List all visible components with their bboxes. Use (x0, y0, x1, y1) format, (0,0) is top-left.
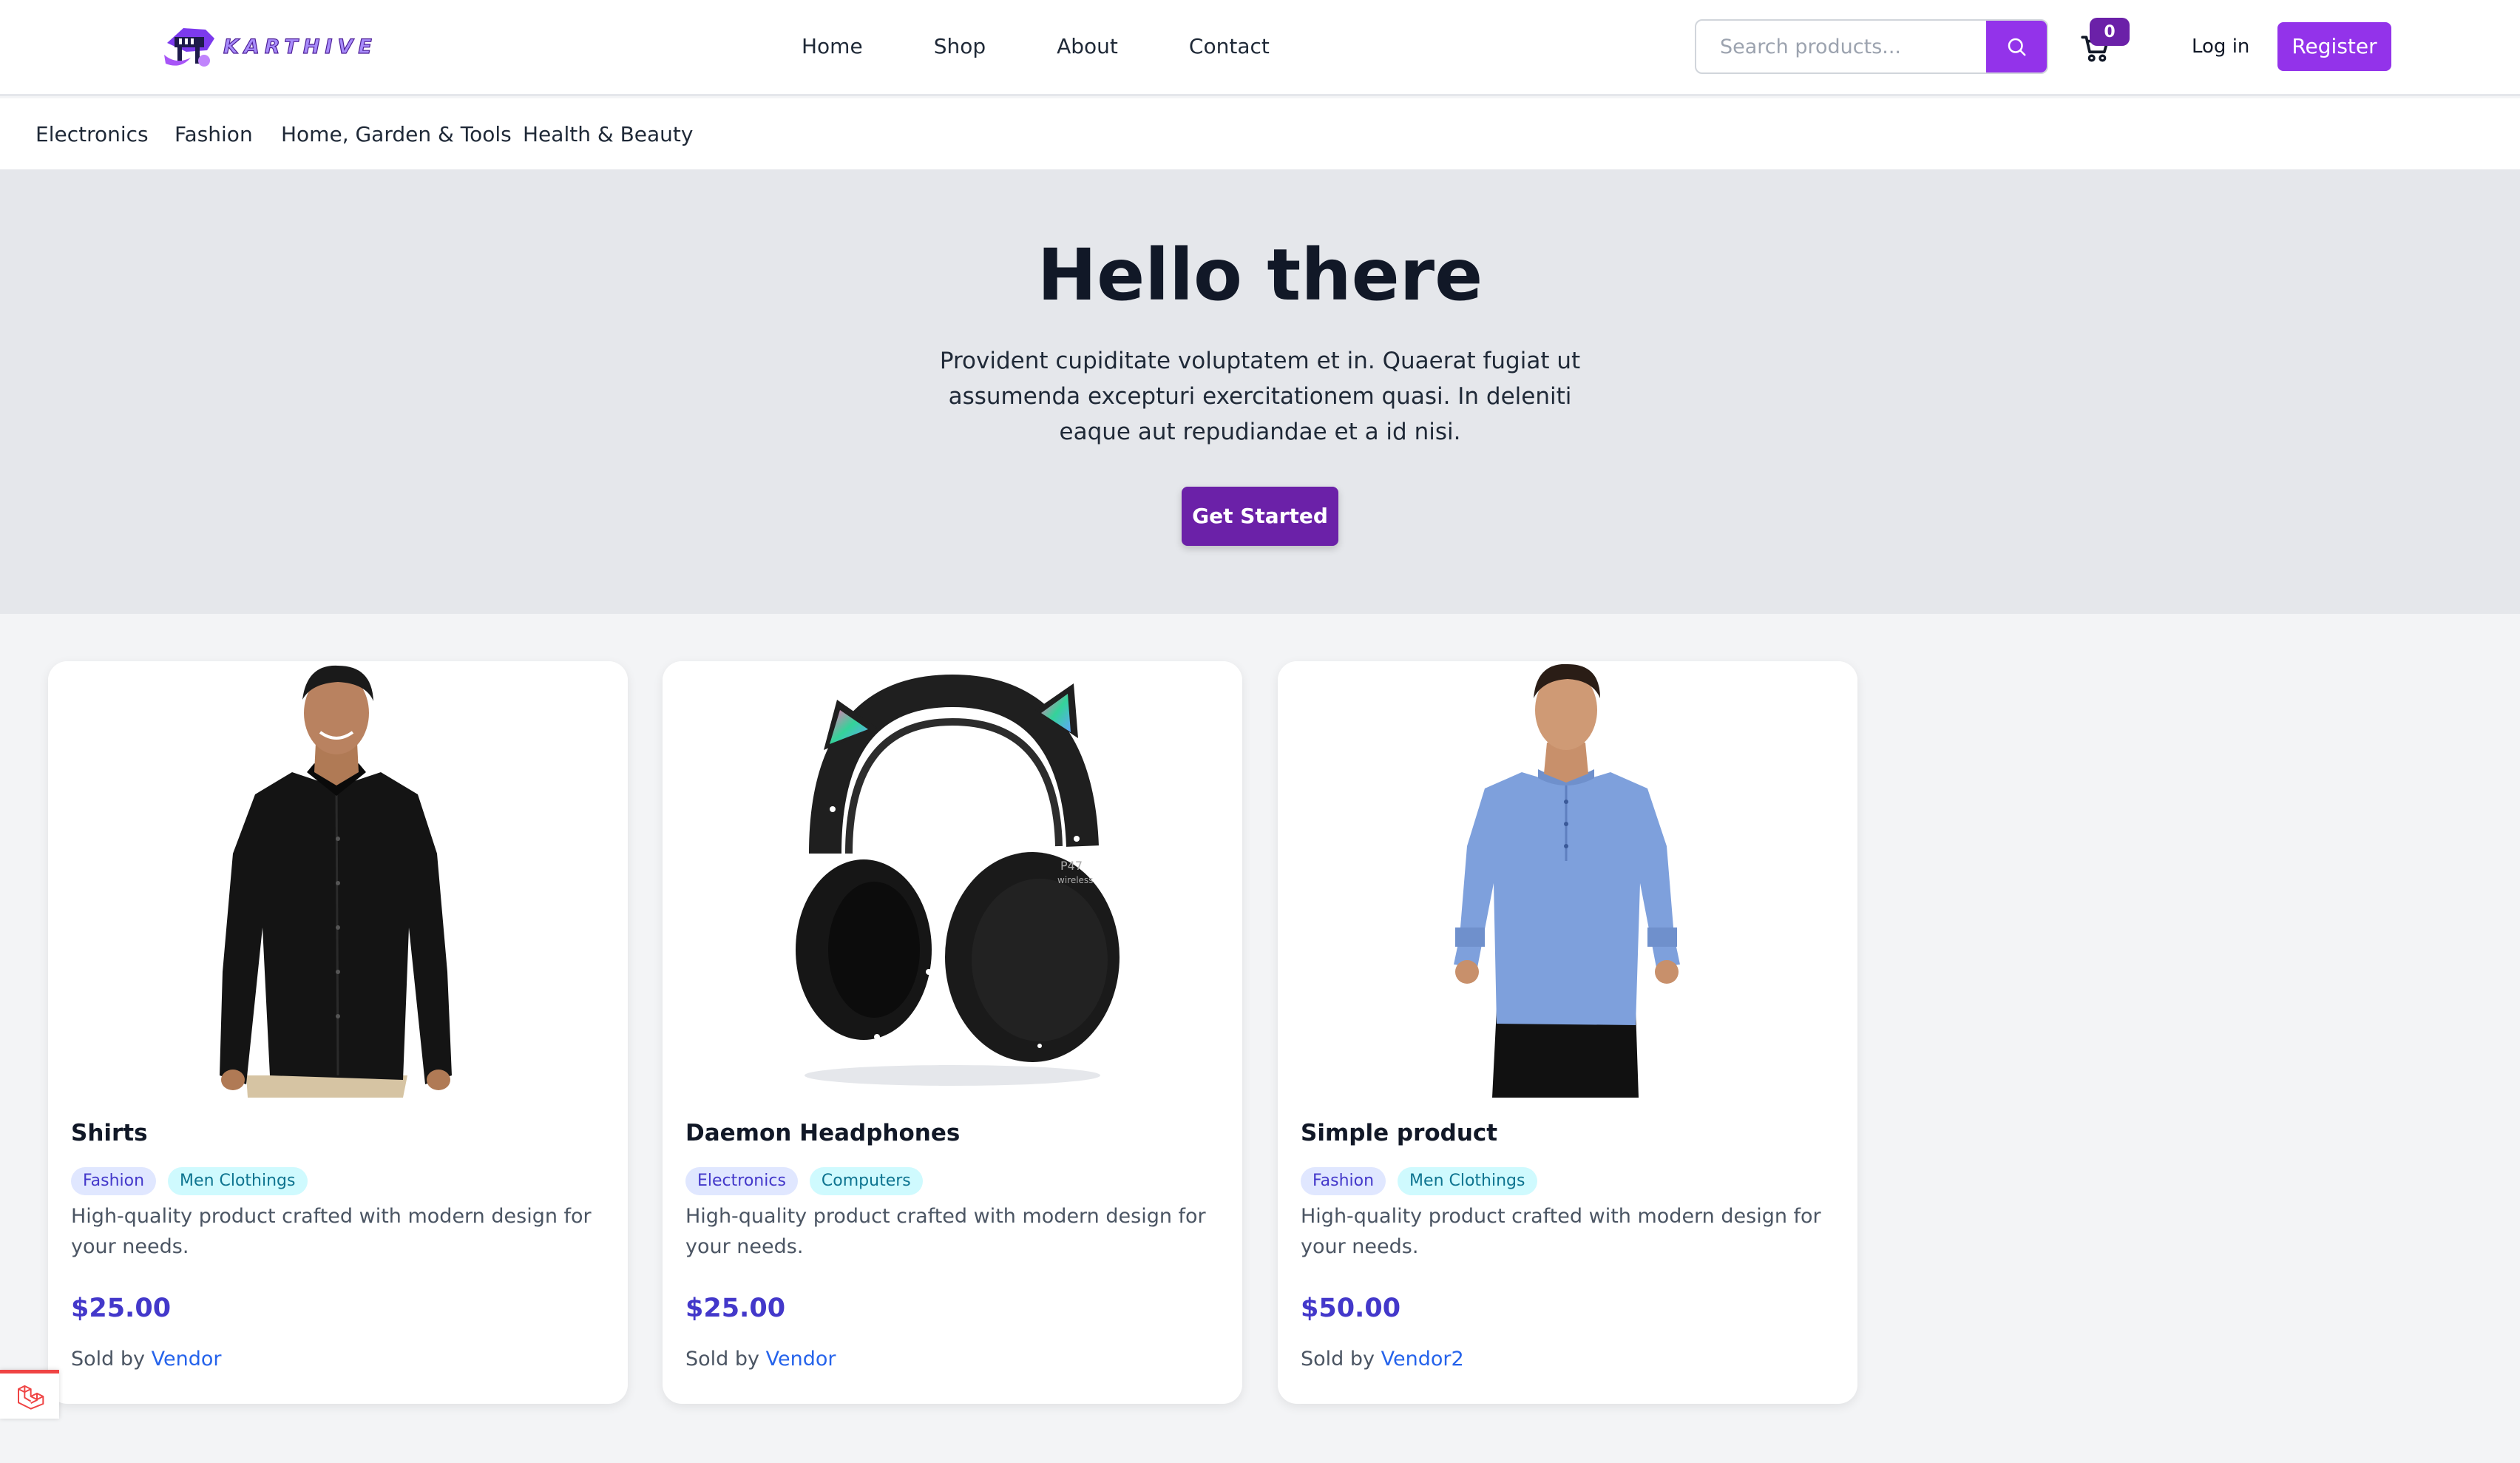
product-tags: Fashion Men Clothings (71, 1167, 308, 1195)
product-image-blue-shirt (1278, 661, 1857, 1098)
sold-by-label: Sold by (1301, 1348, 1375, 1371)
headphone-wireless-text: wireless (1057, 875, 1093, 885)
product-price: $25.00 (685, 1294, 786, 1323)
tag-badge[interactable]: Men Clothings (168, 1167, 308, 1195)
product-seller: Sold by Vendor2 (1301, 1346, 1464, 1373)
product-title[interactable]: Daemon Headphones (685, 1118, 960, 1148)
product-title[interactable]: Shirts (71, 1118, 148, 1148)
nav-about[interactable]: About (1057, 30, 1118, 64)
vendor-link[interactable]: Vendor (152, 1348, 222, 1371)
tag-badge[interactable]: Fashion (71, 1167, 157, 1195)
product-seller: Sold by Vendor (685, 1346, 836, 1373)
brand-logo[interactable]: KARTHIVE (161, 21, 377, 72)
sold-by-label: Sold by (71, 1348, 145, 1371)
hero-text: Provident cupiditate voluptatem et in. Q… (939, 348, 1581, 445)
category-health-beauty[interactable]: Health & Beauty (523, 118, 693, 152)
product-description: High-quality product crafted with modern… (1301, 1205, 1821, 1258)
product-image-black-shirt (48, 661, 628, 1098)
category-bar: Electronics Fashion Home, Garden & Tools… (0, 98, 2520, 170)
debugbar-toggle[interactable] (0, 1370, 59, 1419)
category-electronics[interactable]: Electronics (35, 118, 149, 152)
hero-title: Hello there (1037, 234, 1483, 317)
product-description: High-quality product crafted with modern… (685, 1205, 1206, 1258)
search-icon (2008, 38, 2026, 56)
laravel-logo-icon (18, 1385, 44, 1410)
product-image-headphones: P47 wireless (663, 661, 1242, 1098)
search-input[interactable] (1696, 21, 1988, 72)
tag-badge[interactable]: Computers (809, 1167, 923, 1195)
product-price: $50.00 (1301, 1294, 1401, 1323)
product-card[interactable]: Simple product Fashion Men Clothings Hig… (1278, 661, 1857, 1404)
product-price: $25.00 (71, 1294, 172, 1323)
vendor-link[interactable]: Vendor (766, 1348, 836, 1371)
product-description: High-quality product crafted with modern… (71, 1205, 592, 1258)
nav-contact[interactable]: Contact (1189, 30, 1270, 64)
logo-icon (164, 28, 214, 67)
vendor-link[interactable]: Vendor2 (1381, 1348, 1464, 1371)
search-button[interactable] (1986, 21, 2047, 72)
nav-shop[interactable]: Shop (934, 30, 986, 64)
category-home-garden-tools[interactable]: Home, Garden & Tools (281, 118, 512, 152)
search-box (1695, 19, 2048, 74)
nav-home[interactable]: Home (802, 30, 863, 64)
get-started-button[interactable]: Get Started (1182, 487, 1338, 546)
tag-badge[interactable]: Fashion (1301, 1167, 1386, 1195)
register-button[interactable]: Register (2277, 22, 2391, 71)
category-fashion[interactable]: Fashion (175, 118, 253, 152)
tag-badge[interactable]: Electronics (685, 1167, 798, 1195)
headphone-model-text: P47 (1060, 859, 1083, 873)
brand-name: KARTHIVE (223, 35, 377, 58)
product-card[interactable]: P47 wireless Daemon Headphones Electroni… (663, 661, 1242, 1404)
cart-count-badge: 0 (2090, 18, 2130, 46)
top-header: KARTHIVE Home Shop About Contact 0 Log i… (0, 0, 2520, 96)
product-grid: Shirts Fashion Men Clothings High-qualit… (0, 614, 2520, 1463)
product-card[interactable]: Shirts Fashion Men Clothings High-qualit… (48, 661, 628, 1404)
product-tags: Electronics Computers (685, 1167, 923, 1195)
product-tags: Fashion Men Clothings (1301, 1167, 1537, 1195)
tag-badge[interactable]: Men Clothings (1398, 1167, 1537, 1195)
login-link[interactable]: Log in (2192, 30, 2249, 64)
sold-by-label: Sold by (685, 1348, 759, 1371)
product-seller: Sold by Vendor (71, 1346, 221, 1373)
main-nav: Home Shop About Contact (802, 30, 1341, 64)
hero-section: Hello there Provident cupiditate volupta… (0, 170, 2520, 614)
product-title[interactable]: Simple product (1301, 1118, 1497, 1148)
